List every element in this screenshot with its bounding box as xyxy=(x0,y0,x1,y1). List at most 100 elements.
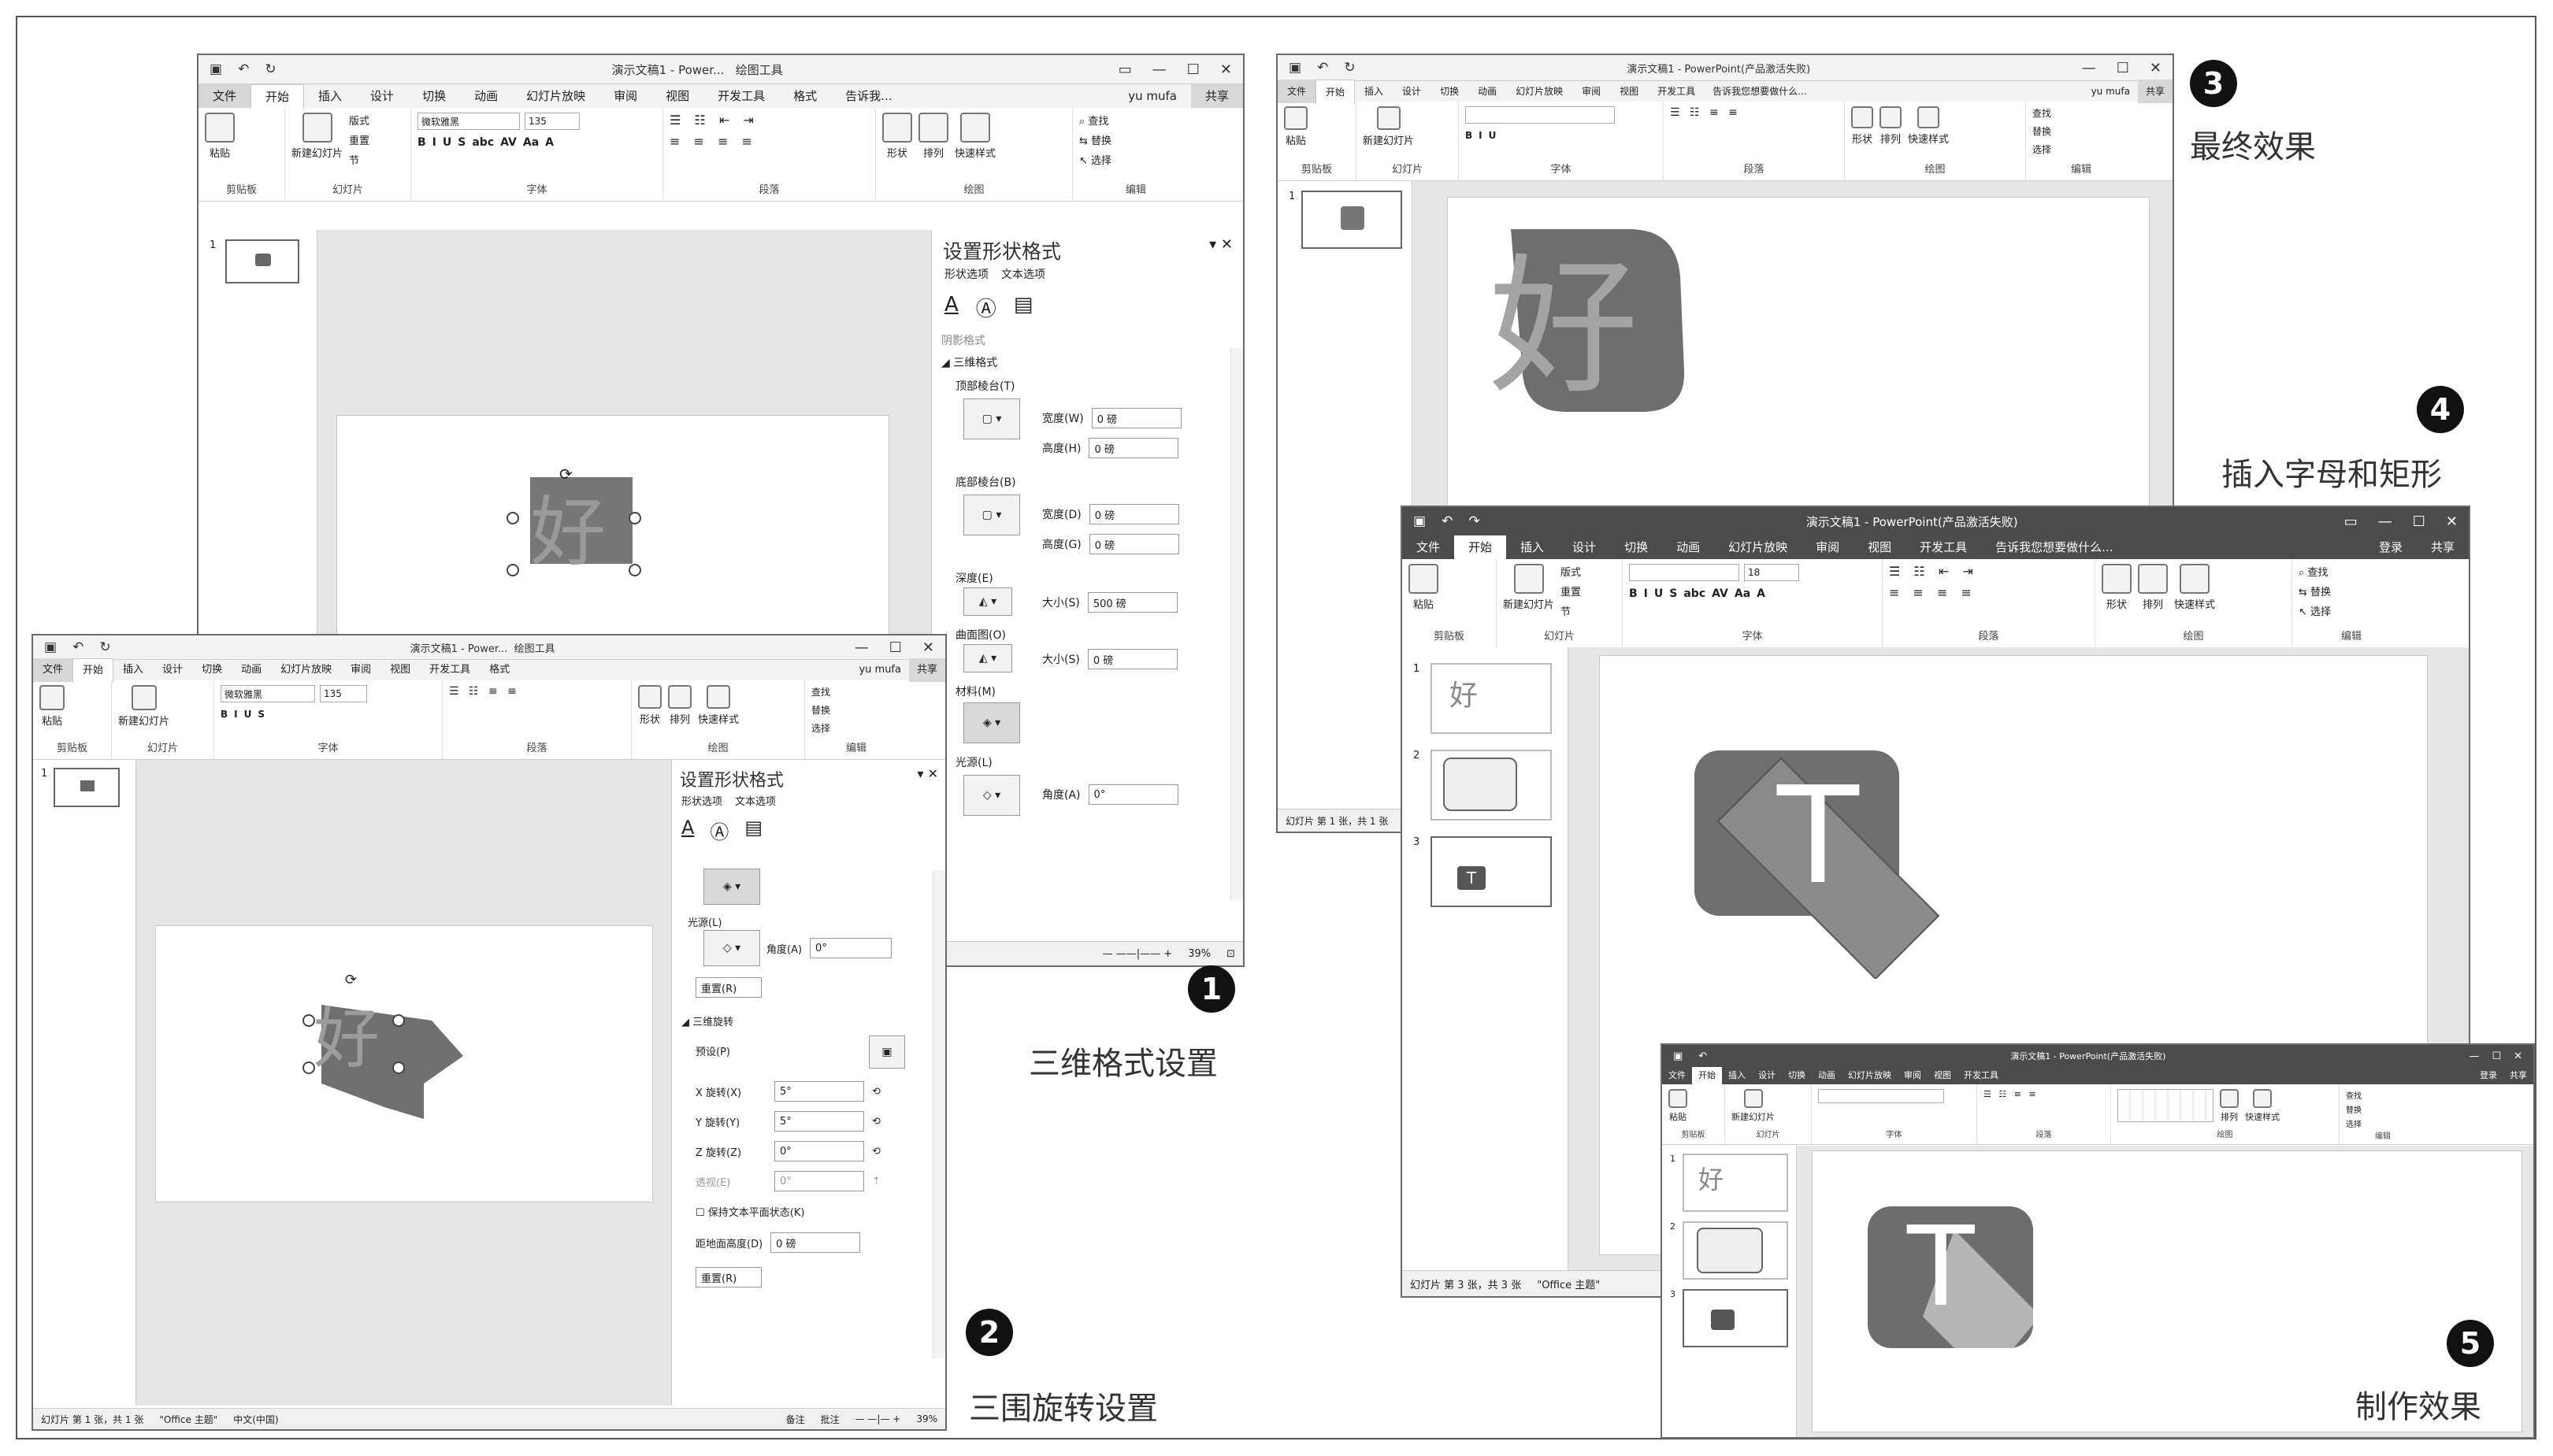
maximize-icon[interactable]: ☐ xyxy=(2492,1050,2501,1062)
resize-handle[interactable] xyxy=(507,512,519,524)
italic-button[interactable]: I xyxy=(1644,587,1648,600)
reset-button[interactable]: 重置 xyxy=(349,132,369,147)
italic-button[interactable]: I xyxy=(432,136,436,149)
zoom-slider[interactable]: — ——|—— + xyxy=(1103,948,1173,960)
section-shadow[interactable]: 阴影格式 xyxy=(941,332,985,348)
close-icon[interactable]: ✕ xyxy=(2150,60,2162,76)
slide-thumbnail[interactable] xyxy=(1683,1289,1788,1347)
text-fill-icon[interactable]: A xyxy=(681,817,694,844)
resize-handle[interactable] xyxy=(302,1014,315,1027)
tab-insert[interactable]: 插入 xyxy=(304,84,356,108)
bottom-width-input[interactable]: 0 磅 xyxy=(1089,504,1179,524)
tab-animations[interactable]: 动画 xyxy=(1812,1067,1842,1084)
select-button[interactable]: ↖ 选择 xyxy=(1079,152,1193,167)
find-button[interactable]: ⌕ 查找 xyxy=(2299,564,2404,579)
font-size-combo[interactable]: 18 xyxy=(1744,564,1799,581)
resize-handle[interactable] xyxy=(392,1014,405,1027)
minimize-icon[interactable]: — xyxy=(2378,513,2392,530)
tab-home[interactable]: 开始 xyxy=(250,83,305,109)
signin-link[interactable]: 登录 xyxy=(2473,1067,2503,1084)
tab-slideshow[interactable]: 幻灯片放映 xyxy=(1506,80,1572,103)
tab-home[interactable]: 开始 xyxy=(72,658,114,683)
bold-button[interactable]: B xyxy=(1465,130,1472,141)
minimize-icon[interactable]: — xyxy=(2469,1050,2479,1062)
strike-button[interactable]: abc xyxy=(472,136,494,149)
section-button[interactable]: 节 xyxy=(1560,603,1581,618)
slide-thumbnail[interactable] xyxy=(54,768,120,807)
slide-thumbnail[interactable]: 好 xyxy=(1430,663,1552,734)
find-button[interactable]: 查找 xyxy=(2346,1089,2420,1101)
resize-handle[interactable] xyxy=(392,1061,405,1074)
top-height-input[interactable]: 0 磅 xyxy=(1089,438,1179,458)
tab-view[interactable]: 视图 xyxy=(651,84,703,108)
font-size-combo[interactable]: 135 xyxy=(320,685,367,702)
user-name[interactable]: yu mufa xyxy=(851,658,909,682)
quick-styles-button[interactable]: 快速样式 xyxy=(698,685,739,726)
y-rotation-input[interactable]: 5° xyxy=(774,1111,864,1132)
bold-button[interactable]: B xyxy=(221,709,228,720)
save-icon[interactable]: ▣ xyxy=(210,61,222,77)
underline-button[interactable]: U xyxy=(244,709,252,720)
tab-review[interactable]: 审阅 xyxy=(1898,1067,1928,1084)
tab-text-options[interactable]: 文本选项 xyxy=(735,793,776,808)
shapes-gallery[interactable] xyxy=(2117,1089,2213,1122)
lighting-angle-input[interactable]: 0° xyxy=(1088,784,1178,805)
pane-scrollbar[interactable] xyxy=(933,870,945,1358)
contour-size-input[interactable]: 0 磅 xyxy=(1087,649,1178,669)
minimize-icon[interactable]: — xyxy=(855,639,869,656)
paste-button[interactable]: 粘贴 xyxy=(1408,564,1438,611)
save-icon[interactable]: ▣ xyxy=(1289,60,1301,76)
new-slide-button[interactable]: 新建幻灯片 xyxy=(1731,1089,1775,1123)
italic-button[interactable]: I xyxy=(1479,130,1482,141)
tab-review[interactable]: 审阅 xyxy=(1572,80,1610,103)
tab-animations[interactable]: 动画 xyxy=(460,84,512,108)
slide-canvas[interactable]: 好 ⟳ xyxy=(155,925,653,1202)
slide-thumbnail[interactable] xyxy=(1430,750,1552,821)
arrange-button[interactable]: 排列 xyxy=(668,685,692,726)
character-hao[interactable]: 好 xyxy=(1489,206,1638,422)
user-name[interactable]: yu mufa xyxy=(1114,84,1191,108)
pane-scrollbar[interactable] xyxy=(1230,348,1243,899)
redo-icon[interactable]: ↷ xyxy=(1468,513,1479,529)
depth-color-dropdown[interactable]: ◭ ▾ xyxy=(963,587,1012,616)
resize-handle[interactable] xyxy=(302,1061,315,1074)
reset-3d-format-button[interactable]: 重置(R) xyxy=(696,977,762,998)
tab-insert[interactable]: 插入 xyxy=(1355,80,1393,103)
tab-shape-options[interactable]: 形状选项 xyxy=(944,266,989,282)
tell-me-search[interactable]: 告诉我... xyxy=(831,84,906,108)
select-button[interactable]: 选择 xyxy=(2032,143,2130,156)
text-fill-icon[interactable]: A xyxy=(944,293,959,322)
font-name-combo[interactable] xyxy=(1465,106,1615,124)
arrange-button[interactable]: 排列 xyxy=(1879,106,1902,146)
ribbon-display-icon[interactable]: ▭ xyxy=(1119,61,1132,78)
tab-view[interactable]: 视图 xyxy=(1928,1067,1957,1084)
section-3d-rotation[interactable]: ◢ 三维旋转 xyxy=(681,1013,733,1028)
shapes-button[interactable]: 形状 xyxy=(638,685,662,726)
depth-size-input[interactable]: 500 磅 xyxy=(1087,592,1178,613)
tab-format[interactable]: 格式 xyxy=(480,658,519,682)
quick-styles-button[interactable]: 快速样式 xyxy=(1908,106,1949,146)
share-button[interactable]: 共享 xyxy=(1190,84,1243,108)
lighting-dropdown[interactable]: ◇ ▾ xyxy=(703,930,760,966)
share-button[interactable]: 共享 xyxy=(2503,1067,2533,1084)
tab-animations[interactable]: 动画 xyxy=(1468,80,1506,103)
maximize-icon[interactable]: ☐ xyxy=(1187,61,1200,78)
resize-handle[interactable] xyxy=(629,512,641,524)
bold-button[interactable]: B xyxy=(1629,587,1638,600)
pane-close-icon[interactable]: ▾ ✕ xyxy=(917,766,938,781)
save-icon[interactable]: ▣ xyxy=(1673,1050,1683,1062)
top-bevel-dropdown[interactable]: ▢ ▾ xyxy=(963,398,1020,439)
zoom-level[interactable]: 39% xyxy=(916,1413,937,1425)
replace-button[interactable]: 替换 xyxy=(2032,124,2130,138)
resize-handle[interactable] xyxy=(629,564,641,576)
font-color-button[interactable]: A xyxy=(545,136,554,149)
resize-handle[interactable] xyxy=(507,564,519,576)
tab-design[interactable]: 设计 xyxy=(1393,80,1430,103)
font-name-combo[interactable]: 微软雅黑 xyxy=(417,113,520,130)
language[interactable]: 中文(中国) xyxy=(233,1413,278,1426)
underline-button[interactable]: U xyxy=(1654,587,1663,600)
letter-t[interactable]: T xyxy=(1907,1203,1975,1332)
tab-transitions[interactable]: 切换 xyxy=(1430,80,1468,103)
case-button[interactable]: Aa xyxy=(523,136,539,149)
font-name-combo[interactable] xyxy=(1629,564,1739,581)
